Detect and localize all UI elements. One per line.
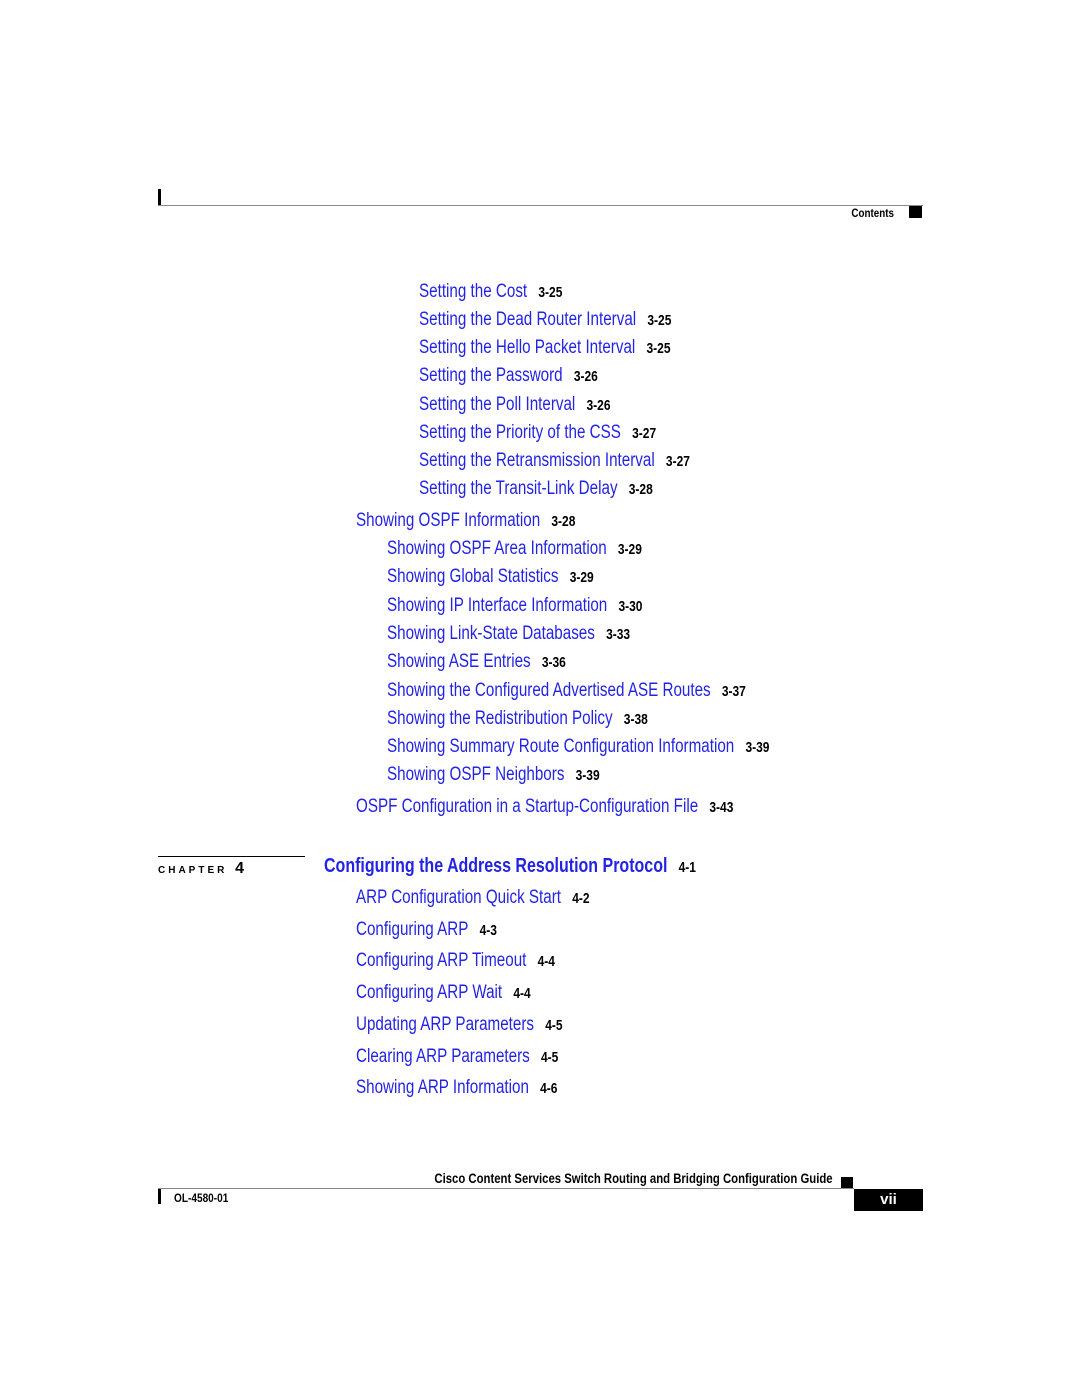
toc-entry[interactable]: Configuring ARP Timeout 4-4	[356, 950, 555, 973]
toc-entry-title[interactable]: Setting the Poll Interval	[419, 394, 575, 415]
chapter-label-text: CHAPTER	[158, 865, 228, 876]
toc-entry-title[interactable]: Setting the Password	[419, 365, 563, 386]
toc-entry-title[interactable]: Setting the Cost	[419, 281, 527, 302]
toc-entry-page: 3-27	[632, 425, 657, 442]
toc-entry-page: 4-6	[540, 1080, 558, 1097]
toc-entry-title[interactable]: Showing Summary Route Configuration Info…	[387, 736, 734, 757]
toc-entry-page: 4-5	[545, 1017, 563, 1034]
toc-entry-page: 3-27	[665, 453, 690, 470]
toc-entry-page: 4-3	[479, 922, 497, 939]
toc-entry-title[interactable]: Showing Global Statistics	[387, 566, 559, 587]
toc-entry[interactable]: Showing Link-State Databases 3-33	[387, 623, 630, 646]
toc-entry[interactable]: Showing IP Interface Information 3-30	[387, 595, 642, 618]
toc-entry[interactable]: Setting the Priority of the CSS 3-27	[419, 422, 656, 445]
toc-entry-title[interactable]: ARP Configuration Quick Start	[356, 887, 561, 908]
chapter-number: 4	[235, 860, 245, 877]
toc-entry-page: 3-29	[569, 569, 594, 586]
toc-entry-title[interactable]: Setting the Retransmission Interval	[419, 450, 655, 471]
toc-entry-page: 3-39	[575, 767, 600, 784]
toc-entry[interactable]: OSPF Configuration in a Startup-Configur…	[356, 796, 733, 819]
toc-entry-title[interactable]: Configuring ARP Timeout	[356, 950, 526, 971]
toc-entry-page: 3-39	[745, 739, 770, 756]
toc-entry-page: 3-43	[709, 799, 734, 816]
footer-rule	[158, 1188, 854, 1189]
toc-entry-title[interactable]: Configuring ARP	[356, 919, 468, 940]
toc-entry-title[interactable]: Showing OSPF Information	[356, 510, 540, 531]
toc-entry-title[interactable]: Showing ARP Information	[356, 1077, 529, 1098]
toc-entry[interactable]: Setting the Password 3-26	[419, 365, 598, 388]
toc-entry-page: 3-25	[538, 284, 563, 301]
toc-entry[interactable]: Clearing ARP Parameters 4-5	[356, 1046, 558, 1069]
toc-entry-page: 3-29	[617, 541, 642, 558]
toc-entry-title[interactable]: Showing the Redistribution Policy	[387, 708, 613, 729]
toc-entry-title[interactable]: Configuring ARP Wait	[356, 982, 502, 1003]
chapter-title[interactable]: Configuring the Address Resolution Proto…	[324, 855, 667, 877]
toc-entry[interactable]: Updating ARP Parameters 4-5	[356, 1014, 563, 1037]
toc-entry-page: 3-28	[551, 513, 576, 530]
toc-entry[interactable]: Showing OSPF Neighbors 3-39	[387, 764, 600, 787]
toc-entry-page: 3-33	[606, 626, 631, 643]
header-tick-mark	[158, 189, 161, 206]
toc-entry-page: 4-5	[540, 1049, 559, 1066]
toc-entry[interactable]: Showing OSPF Information 3-28	[356, 510, 575, 533]
toc-entry[interactable]: Setting the Hello Packet Interval 3-25	[419, 337, 671, 360]
toc-entry[interactable]: Showing Global Statistics 3-29	[387, 566, 594, 589]
toc-entry-title[interactable]: Updating ARP Parameters	[356, 1014, 534, 1035]
footer-tick-mark	[158, 1189, 161, 1204]
toc-entry[interactable]: Showing ARP Information 4-6	[356, 1077, 557, 1100]
toc-entry[interactable]: Setting the Dead Router Interval 3-25	[419, 309, 671, 332]
chapter-title-entry[interactable]: Configuring the Address Resolution Proto…	[324, 855, 696, 879]
toc-entry[interactable]: Showing OSPF Area Information 3-29	[387, 538, 642, 561]
toc-entry-page: 4-4	[537, 953, 555, 970]
toc-entry-title[interactable]: OSPF Configuration in a Startup-Configur…	[356, 796, 698, 817]
toc-entry-title[interactable]: Clearing ARP Parameters	[356, 1046, 530, 1067]
chapter-label: CHAPTER 4	[158, 860, 244, 878]
toc-entry[interactable]: Setting the Cost 3-25	[419, 281, 562, 304]
toc-entry[interactable]: Showing ASE Entries 3-36	[387, 651, 566, 674]
toc-entry-page: 3-38	[623, 711, 648, 728]
toc-entry[interactable]: Showing the Redistribution Policy 3-38	[387, 708, 648, 731]
footer-book-title: Cisco Content Services Switch Routing an…	[434, 1171, 833, 1186]
toc-entry-page: 3-25	[647, 312, 672, 329]
toc-entry-title[interactable]: Setting the Priority of the CSS	[419, 422, 621, 443]
toc-entry[interactable]: Setting the Retransmission Interval 3-27	[419, 450, 690, 473]
toc-entry-page: 3-30	[618, 598, 643, 615]
toc-entry-title[interactable]: Showing the Configured Advertised ASE Ro…	[387, 680, 711, 701]
toc-entry-page: 3-36	[541, 654, 566, 671]
toc-entry[interactable]: Configuring ARP 4-3	[356, 919, 497, 942]
toc-entry-page: 4-4	[513, 985, 531, 1002]
header-marker-box	[909, 206, 922, 218]
toc-entry-title[interactable]: Showing ASE Entries	[387, 651, 531, 672]
toc-entry-title[interactable]: Showing Link-State Databases	[387, 623, 595, 644]
toc-entry-page: 3-26	[573, 368, 598, 385]
toc-entry[interactable]: Setting the Transit-Link Delay 3-28	[419, 478, 653, 501]
toc-entry[interactable]: Showing Summary Route Configuration Info…	[387, 736, 769, 759]
toc-entry-title[interactable]: Showing OSPF Neighbors	[387, 764, 564, 785]
toc-entry-title[interactable]: Setting the Transit-Link Delay	[419, 478, 618, 499]
toc-entry-title[interactable]: Showing IP Interface Information	[387, 595, 607, 616]
toc-entry-title[interactable]: Setting the Dead Router Interval	[419, 309, 636, 330]
toc-entry-page: 4-2	[572, 890, 590, 907]
chapter-title-page: 4-1	[678, 859, 696, 876]
toc-entry-page: 3-25	[646, 340, 671, 357]
toc-entry[interactable]: Showing the Configured Advertised ASE Ro…	[387, 680, 746, 703]
chapter-rule	[158, 856, 305, 857]
toc-entry[interactable]: Configuring ARP Wait 4-4	[356, 982, 531, 1005]
toc-entry[interactable]: Setting the Poll Interval 3-26	[419, 394, 611, 417]
toc-entry-title[interactable]: Showing OSPF Area Information	[387, 538, 607, 559]
footer-doc-number: OL-4580-01	[174, 1191, 229, 1205]
footer-page-number: vii	[854, 1189, 923, 1211]
header-rule	[158, 205, 923, 206]
toc-entry-title[interactable]: Setting the Hello Packet Interval	[419, 337, 635, 358]
toc-entry-page: 3-37	[721, 683, 746, 700]
toc-entry-page: 3-28	[628, 481, 653, 498]
header-section-label: Contents	[851, 206, 894, 220]
toc-entry-page: 3-26	[586, 397, 611, 414]
toc-entry[interactable]: ARP Configuration Quick Start 4-2	[356, 887, 590, 910]
